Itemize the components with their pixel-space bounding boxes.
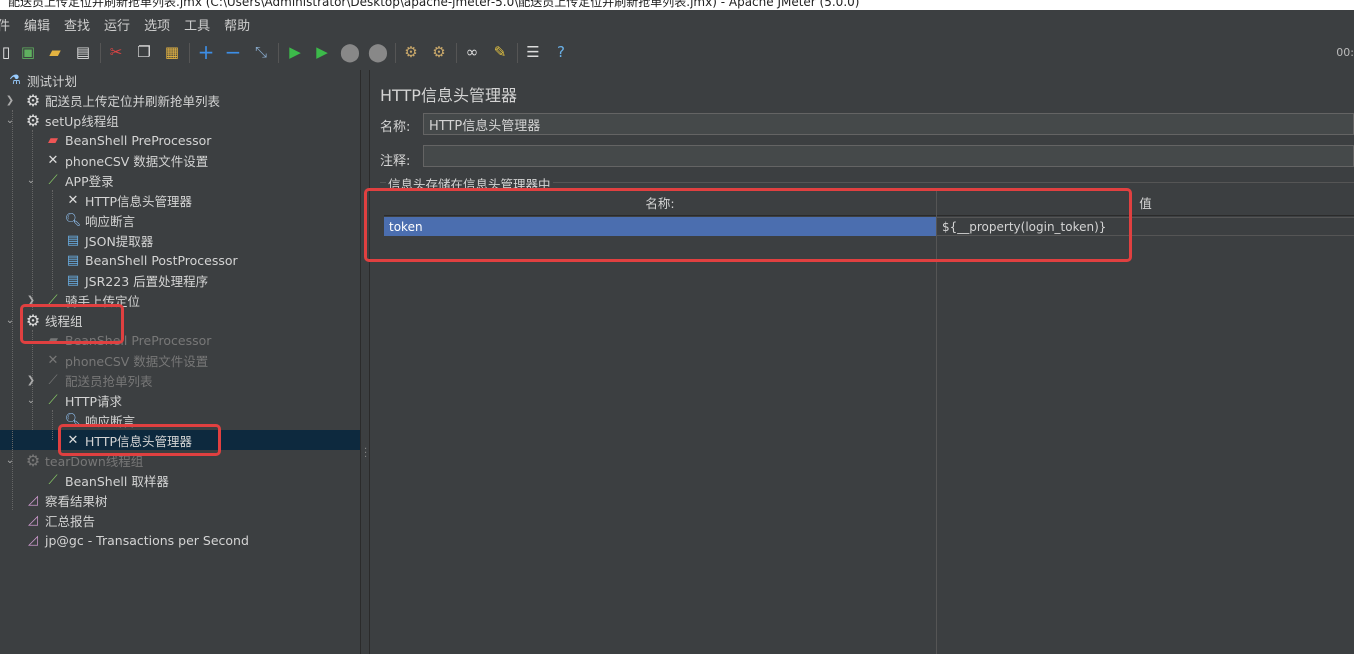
tree-node-thread-group[interactable]: ⚙ 配送员上传定位并刷新抢单列表 <box>24 90 220 110</box>
tree-node-rider-order-list-disabled[interactable]: ⟋ 配送员抢单列表 <box>44 370 152 390</box>
tree-node-beanshell-sampler[interactable]: ⟋ BeanShell 取样器 <box>44 470 168 490</box>
window-title: 配送员上传定位并刷新抢单列表.jmx (C:\Users\Administrat… <box>8 0 860 9</box>
expand-icon[interactable]: + <box>196 40 216 64</box>
menu-options[interactable]: 选项 <box>137 15 177 34</box>
test-plan-tree[interactable]: ⚗ 测试计划 ❯ ⚙ 配送员上传定位并刷新抢单列表 ⌄ ⚙ setUp线程组 ▰… <box>0 70 360 654</box>
tree-node-setup-thread-group[interactable]: ⚙ setUp线程组 <box>24 110 119 130</box>
sampler-pipette-icon: ⟋ <box>48 172 58 188</box>
listener-chart-icon: ◿ <box>28 512 38 528</box>
tree-node-transactions-per-second[interactable]: ◿ jp@gc - Transactions per Second <box>24 530 249 550</box>
copy-icon[interactable]: ❐ <box>134 42 154 62</box>
templates-icon[interactable]: ▣ <box>18 42 38 62</box>
paste-icon[interactable]: ▦ <box>162 42 182 62</box>
menu-help[interactable]: 帮助 <box>217 15 257 34</box>
panel-title: HTTP信息头管理器 <box>380 86 517 105</box>
menu-bar: 件 编辑 查找 运行 选项 工具 帮助 <box>0 12 1354 36</box>
stop-icon[interactable]: ⬤ <box>340 42 360 63</box>
config-tools-icon: ✕ <box>47 152 59 168</box>
tree-node-beanshell-postprocessor[interactable]: ▤ BeanShell PostProcessor <box>64 250 238 270</box>
postprocessor-icon: ▤ <box>66 272 80 288</box>
test-plan-icon: ⚗ <box>9 72 21 88</box>
tree-node-beanshell-preprocessor[interactable]: ▰ BeanShell PreProcessor <box>44 130 211 150</box>
tree-node-view-results-tree[interactable]: ◿ 察看结果树 <box>24 490 108 510</box>
collapse-icon[interactable]: − <box>223 40 243 64</box>
listener-chart-icon: ◿ <box>28 492 38 508</box>
expand-arrow-icon[interactable]: ❯ <box>26 370 36 390</box>
gear-icon: ⚙ <box>25 450 41 470</box>
clear-icon[interactable]: ⚙ <box>401 42 421 62</box>
config-tools-icon: ✕ <box>67 192 79 208</box>
reset-search-icon[interactable]: ✎ <box>490 42 510 62</box>
magnifier-icon: 🔍︎ <box>64 212 82 228</box>
preprocessor-icon: ▰ <box>48 132 58 148</box>
tree-node-csv-data-set[interactable]: ✕ phoneCSV 数据文件设置 <box>44 150 209 170</box>
tree-node-test-plan[interactable]: ⚗ 测试计划 <box>6 70 77 90</box>
menu-run[interactable]: 运行 <box>97 15 137 34</box>
clear-all-icon[interactable]: ⚙ <box>429 42 449 62</box>
cut-icon[interactable]: ✂ <box>106 42 126 62</box>
annotation-box-headers-table <box>364 188 1132 262</box>
name-label: 名称: <box>380 120 411 135</box>
header-manager-panel: HTTP信息头管理器 名称: 注释: 信息头存储在信息头管理器中 名称: 值 t… <box>364 70 1354 654</box>
gear-icon: ⚙ <box>25 110 41 130</box>
sampler-pipette-icon: ⟋ <box>48 392 58 408</box>
tree-node-http-request[interactable]: ⟋ HTTP请求 <box>44 390 122 410</box>
toolbar: ▯ ▣ ▰ ▤ ✂ ❐ ▦ + − ⤡ ▶ ▶ ⬤ ⬤ ⚙ ⚙ ∞ ✎ ☰ ? … <box>0 36 1354 71</box>
toggle-icon[interactable]: ⤡ <box>251 42 271 62</box>
save-icon[interactable]: ▤ <box>73 42 93 62</box>
menu-search[interactable]: 查找 <box>57 15 97 34</box>
comment-input[interactable] <box>423 145 1354 167</box>
collapse-arrow-icon[interactable]: ⌄ <box>5 310 15 330</box>
search-icon[interactable]: ∞ <box>462 42 482 62</box>
tree-node-jsr223-postprocessor[interactable]: ▤ JSR223 后置处理程序 <box>64 270 208 290</box>
collapse-arrow-icon[interactable]: ⌄ <box>26 390 36 410</box>
start-no-pause-icon[interactable]: ▶ <box>312 42 332 62</box>
expand-arrow-icon[interactable]: ❯ <box>5 90 15 110</box>
postprocessor-icon: ▤ <box>66 252 80 268</box>
config-tools-icon: ✕ <box>47 352 59 368</box>
gear-icon: ⚙ <box>25 90 41 110</box>
tree-node-json-extractor[interactable]: ▤ JSON提取器 <box>64 230 153 250</box>
postprocessor-icon: ▤ <box>66 232 80 248</box>
sampler-pipette-icon: ⟋ <box>48 372 58 388</box>
function-helper-icon[interactable]: ☰ <box>523 42 543 62</box>
window-title-bar: 配送员上传定位并刷新抢单列表.jmx (C:\Users\Administrat… <box>0 0 1354 10</box>
annotation-box-header-manager <box>58 424 221 456</box>
collapse-arrow-icon[interactable]: ⌄ <box>5 450 15 470</box>
tree-node-header-manager-1[interactable]: ✕ HTTP信息头管理器 <box>64 190 192 210</box>
help-icon[interactable]: ? <box>551 42 571 62</box>
menu-file[interactable]: 件 <box>0 15 17 34</box>
annotation-box-thread-group <box>20 304 124 344</box>
collapse-arrow-icon[interactable]: ⌄ <box>5 110 15 130</box>
start-icon[interactable]: ▶ <box>285 42 305 62</box>
collapse-arrow-icon[interactable]: ⌄ <box>26 170 36 190</box>
menu-tools[interactable]: 工具 <box>177 15 217 34</box>
tree-node-app-login[interactable]: ⟋ APP登录 <box>44 170 113 190</box>
listener-chart-icon: ◿ <box>28 532 38 548</box>
sampler-pipette-icon: ⟋ <box>48 472 58 488</box>
name-input[interactable] <box>423 113 1354 135</box>
pane-splitter[interactable]: · · · <box>360 70 370 654</box>
tree-node-response-assertion-1[interactable]: 🔍︎ 响应断言 <box>64 210 135 230</box>
tree-node-csv-data-set-disabled[interactable]: ✕ phoneCSV 数据文件设置 <box>44 350 209 370</box>
comment-label: 注释: <box>380 154 411 169</box>
new-icon[interactable]: ▯ <box>0 42 16 62</box>
tree-node-summary-report[interactable]: ◿ 汇总报告 <box>24 510 95 530</box>
open-icon[interactable]: ▰ <box>45 42 65 62</box>
menu-edit[interactable]: 编辑 <box>17 15 57 34</box>
shutdown-icon[interactable]: ⬤ <box>368 42 388 63</box>
elapsed-timer: 00: <box>1336 46 1354 59</box>
